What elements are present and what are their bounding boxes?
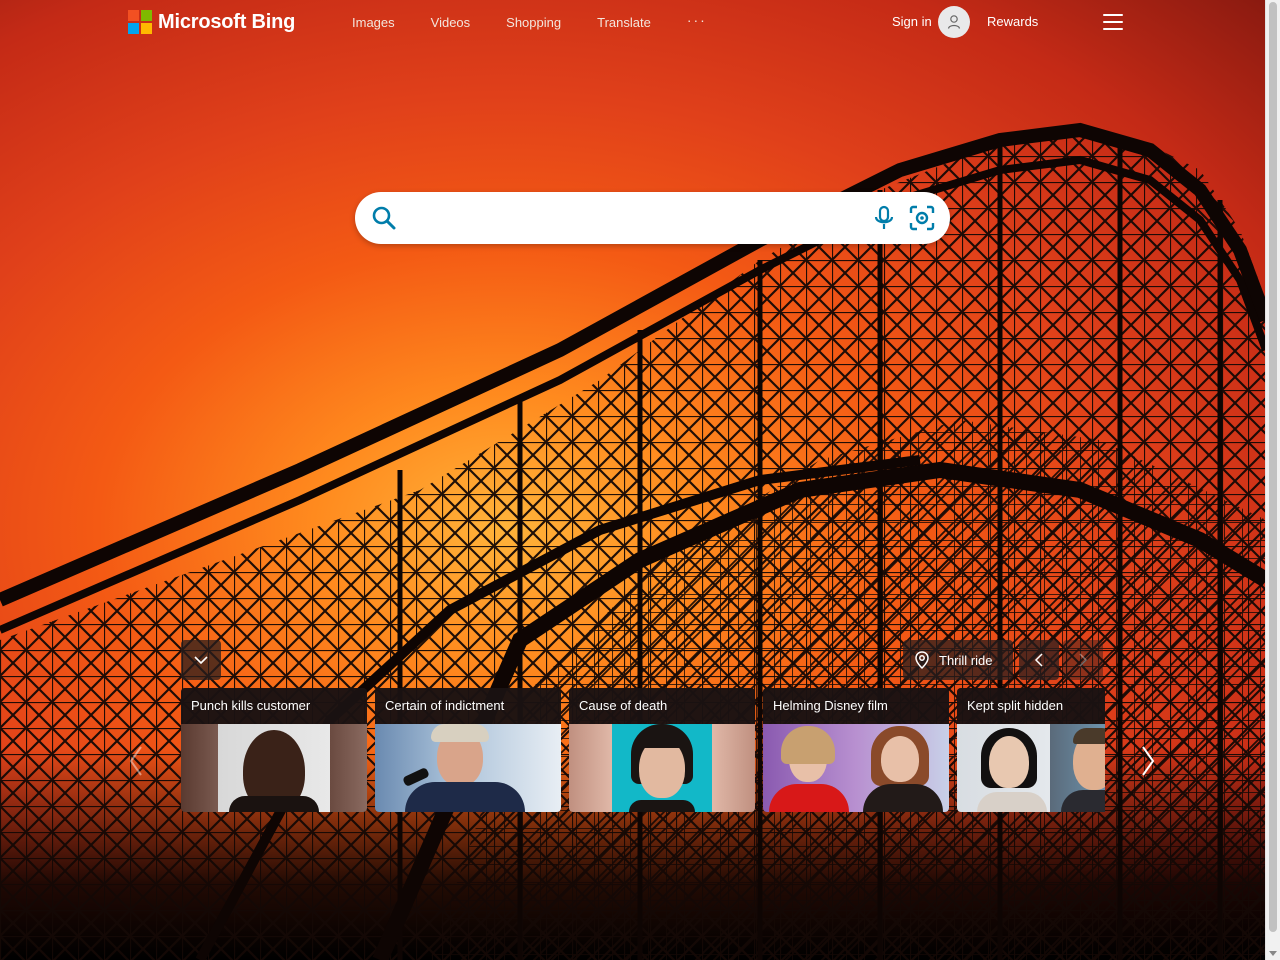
nav-shopping[interactable]: Shopping bbox=[506, 15, 561, 31]
card-image bbox=[375, 724, 561, 812]
search-input[interactable] bbox=[413, 204, 887, 234]
nav-translate[interactable]: Translate bbox=[597, 15, 651, 31]
chevron-down-icon bbox=[194, 656, 208, 665]
next-image-button[interactable] bbox=[1063, 640, 1103, 680]
top-header: Microsoft Bing Images Videos Shopping Tr… bbox=[0, 0, 1266, 46]
location-pin-icon bbox=[915, 651, 929, 669]
collapse-carousel-button[interactable] bbox=[181, 640, 221, 680]
chevron-right-icon bbox=[1079, 653, 1088, 667]
card-title: Punch kills customer bbox=[181, 688, 367, 724]
bing-logo[interactable]: Microsoft Bing bbox=[128, 10, 295, 34]
location-label: Thrill ride bbox=[939, 652, 993, 668]
trending-card[interactable]: Helming Disney film bbox=[763, 688, 949, 812]
trending-card[interactable]: Certain of indictment bbox=[375, 688, 561, 812]
brand-name: Microsoft Bing bbox=[158, 10, 296, 33]
card-title: Certain of indictment bbox=[375, 688, 561, 724]
card-image bbox=[763, 724, 949, 812]
microphone-icon[interactable] bbox=[873, 205, 895, 231]
page-scrollbar[interactable] bbox=[1265, 0, 1280, 960]
top-nav: Images Videos Shopping Translate ··· bbox=[334, 12, 707, 31]
scrollbar-thumb[interactable] bbox=[1269, 2, 1277, 932]
scroll-down-icon[interactable] bbox=[1269, 951, 1277, 956]
chevron-left-icon bbox=[1034, 653, 1043, 667]
previous-image-button[interactable] bbox=[1019, 640, 1059, 680]
image-location-button[interactable]: Thrill ride bbox=[903, 640, 1013, 680]
trending-card[interactable]: Punch kills customer bbox=[181, 688, 367, 812]
search-box bbox=[355, 192, 950, 244]
card-title: Kept split hidden bbox=[957, 688, 1105, 724]
card-image bbox=[181, 724, 367, 812]
trending-carousel: Punch kills customer Certain of indictme… bbox=[181, 688, 1105, 812]
user-avatar-icon[interactable] bbox=[938, 6, 970, 38]
search-icon[interactable] bbox=[371, 205, 397, 231]
background-image bbox=[0, 0, 1266, 960]
visual-search-icon[interactable] bbox=[908, 204, 936, 232]
hamburger-menu-icon[interactable] bbox=[1103, 14, 1123, 30]
microsoft-logo-icon bbox=[128, 10, 152, 34]
card-image bbox=[957, 724, 1105, 812]
rewards-link[interactable]: Rewards bbox=[987, 14, 1038, 29]
trending-card[interactable]: Kept split hidden bbox=[957, 688, 1105, 812]
nav-images[interactable]: Images bbox=[352, 15, 395, 31]
sign-in-link[interactable]: Sign in bbox=[892, 14, 932, 29]
card-title: Cause of death bbox=[569, 688, 755, 724]
card-title: Helming Disney film bbox=[763, 688, 949, 724]
carousel-prev-icon[interactable] bbox=[128, 745, 144, 777]
trending-card[interactable]: Cause of death bbox=[569, 688, 755, 812]
carousel-next-icon[interactable] bbox=[1140, 745, 1156, 777]
more-menu-icon[interactable]: ··· bbox=[687, 12, 707, 28]
nav-videos[interactable]: Videos bbox=[431, 15, 471, 31]
roller-coaster-silhouette bbox=[0, 122, 1266, 960]
card-image bbox=[569, 724, 755, 812]
